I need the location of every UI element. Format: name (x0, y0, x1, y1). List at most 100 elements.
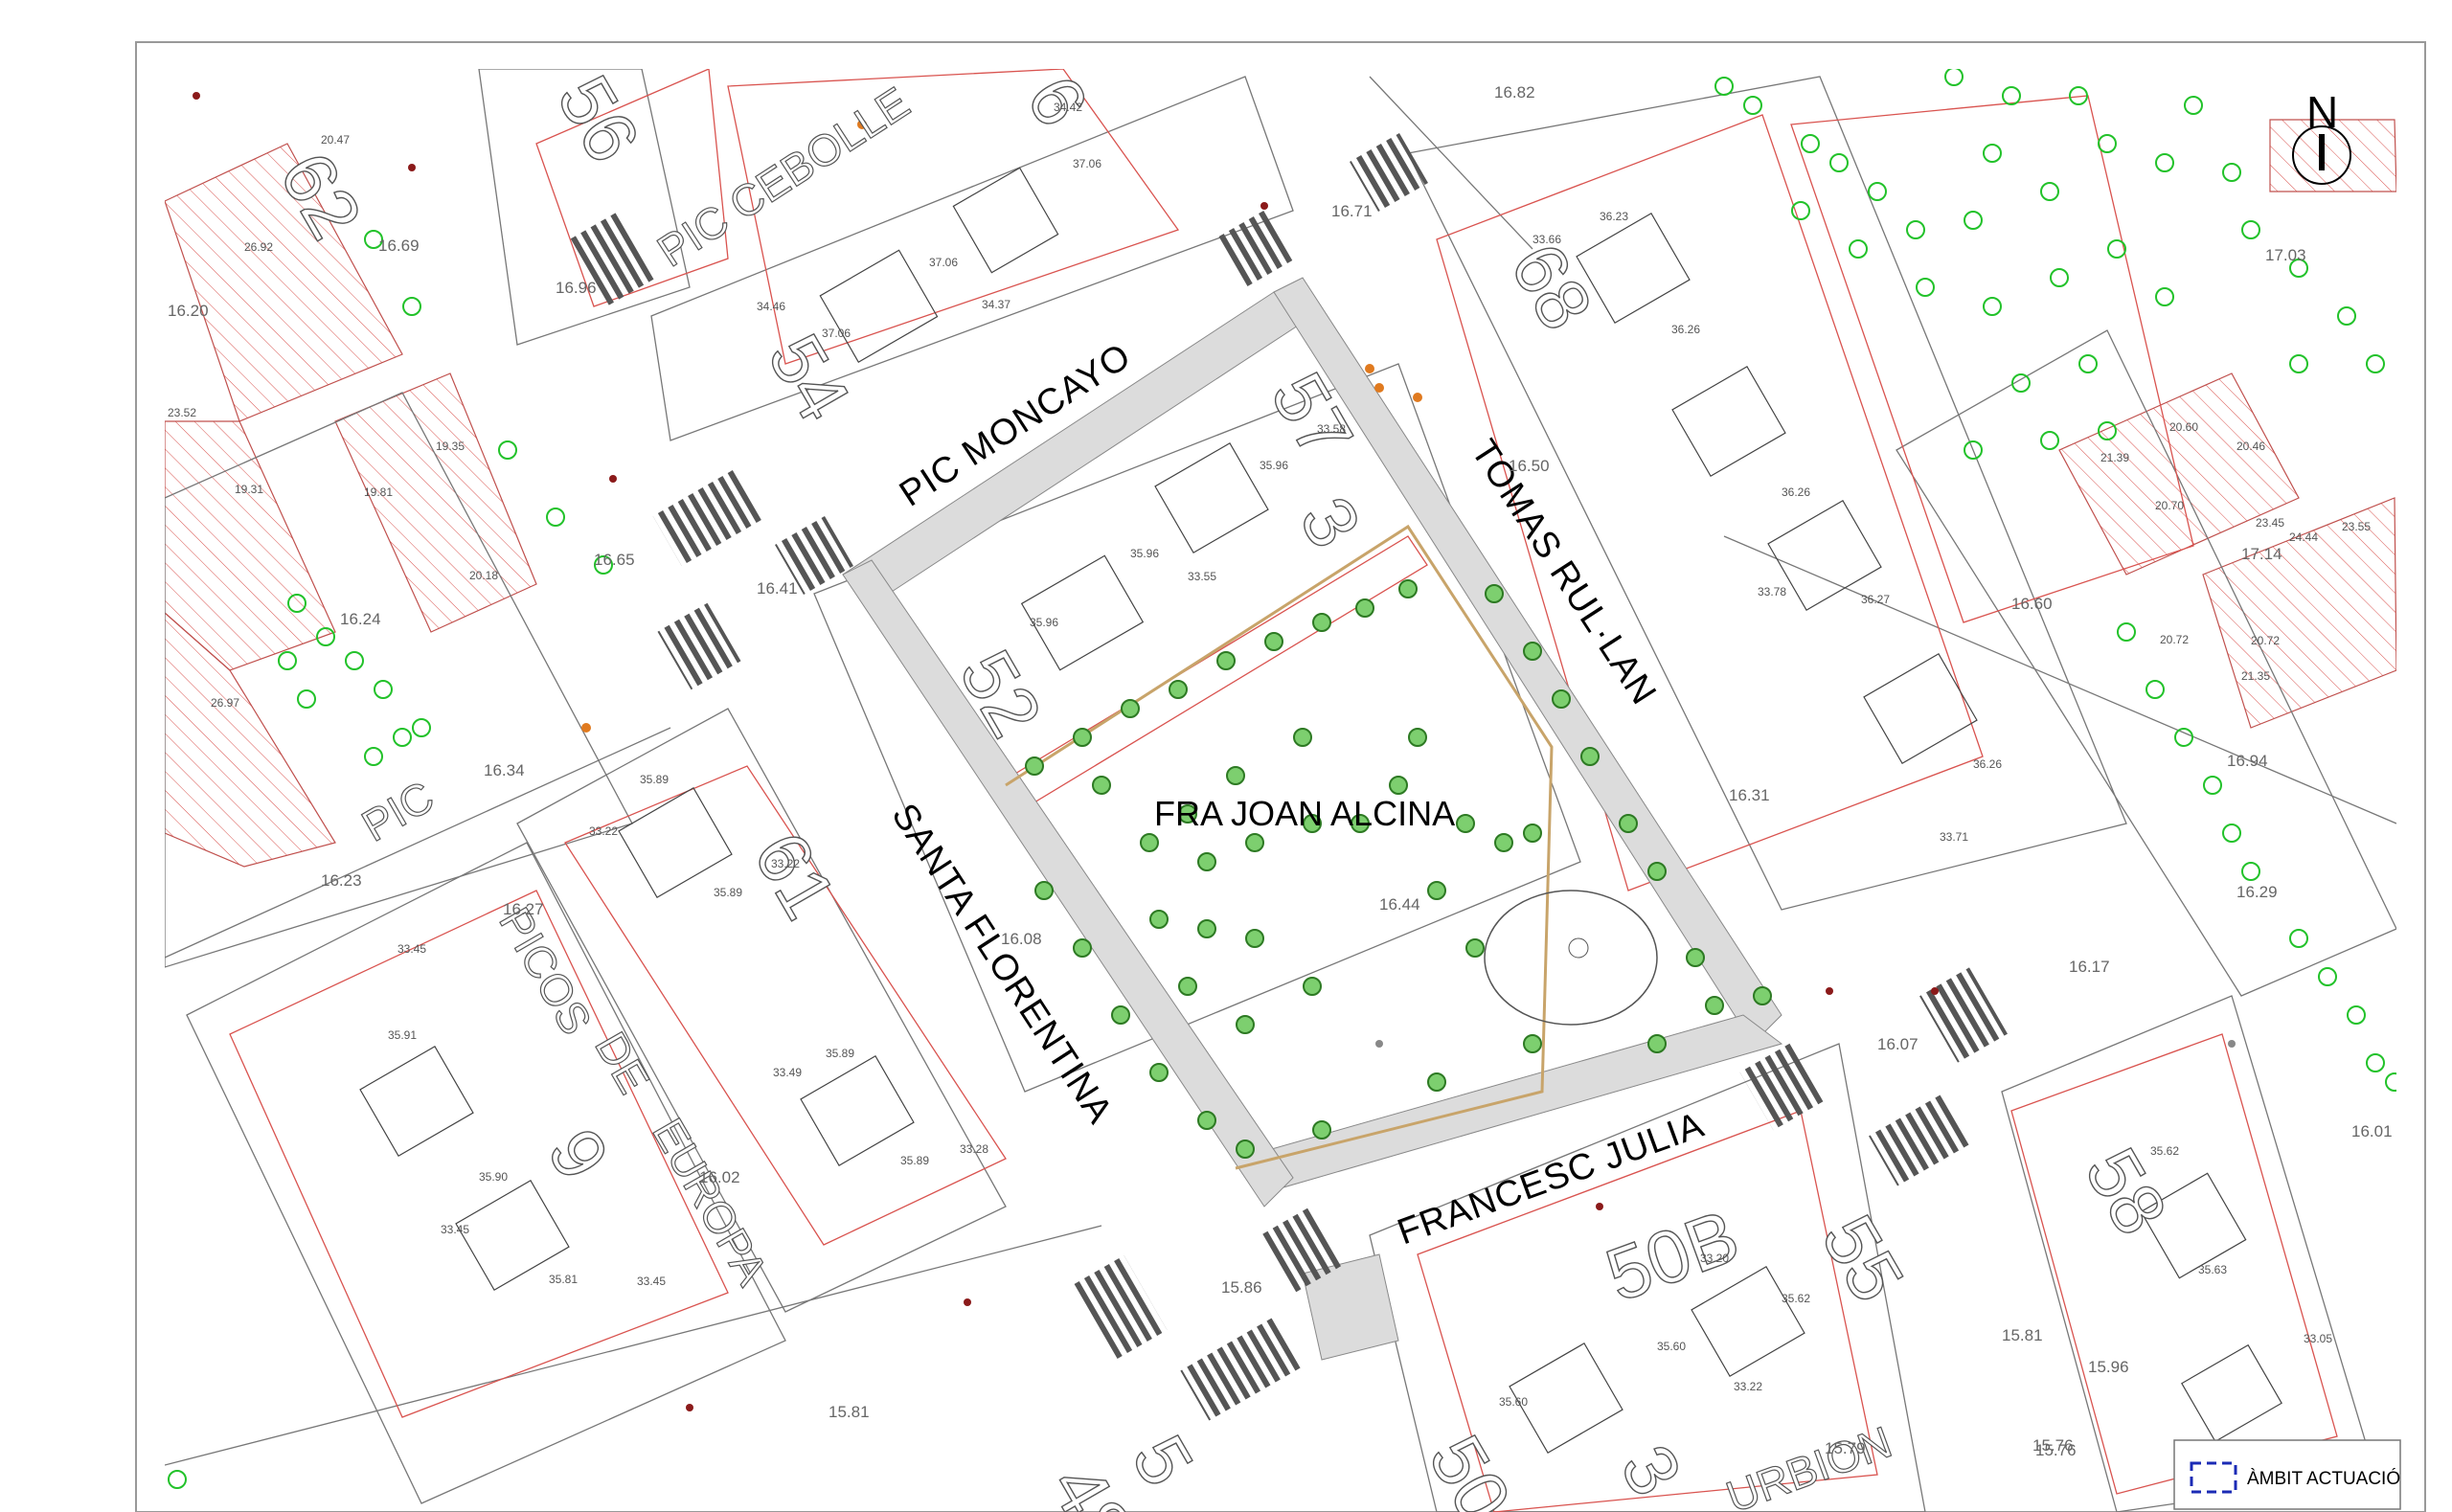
building-number: 61 (738, 819, 852, 933)
height: 33.22 (771, 857, 800, 870)
height: 36.26 (1973, 757, 2002, 771)
height: 33.58 (1317, 422, 1346, 436)
height: 35.89 (640, 773, 669, 786)
legend: ÀMBIT ACTUACIÓ (2173, 1439, 2401, 1510)
urban-plan-map: PIC MONCAYO TOMAS RUL·LAN SANTA FLORENTI… (135, 41, 2426, 1512)
height: 33.05 (2304, 1332, 2332, 1345)
height: 33.45 (441, 1223, 469, 1236)
elevation: 17.03 (2265, 246, 2306, 264)
height: 33.55 (1188, 570, 1216, 583)
elevation: 16.29 (2236, 883, 2278, 901)
elevation: 16.24 (340, 610, 381, 628)
building-number: 56 (541, 62, 656, 176)
elevation: 16.96 (556, 279, 597, 297)
utility-points (193, 92, 2236, 1411)
building-number: 5 (1116, 1422, 1210, 1501)
height: 33.45 (637, 1275, 666, 1288)
elevation: 16.27 (503, 900, 544, 918)
building-number: 3 (1283, 484, 1377, 562)
height: 33.71 (1940, 830, 1968, 844)
height: 19.81 (364, 485, 393, 499)
legend-label: ÀMBIT ACTUACIÓ (2247, 1468, 2400, 1489)
height: 36.27 (1861, 593, 1890, 606)
height: 33.28 (960, 1142, 988, 1156)
elevation: 16.44 (1379, 895, 1420, 914)
parcel-lines (229, 69, 2338, 1512)
street-label-urbion: URBION (1720, 1416, 1898, 1512)
height: 35.63 (2198, 1263, 2227, 1276)
elevation: 16.82 (1494, 83, 1535, 102)
elevation: 15.76 (2035, 1441, 2077, 1459)
street-label-pic: PIC (353, 771, 442, 850)
height: 35.90 (479, 1170, 508, 1184)
elevation: 16.08 (1001, 930, 1042, 948)
height: 24.44 (2289, 530, 2318, 544)
street-label-pic-cebolle: PIC CEBOLLE (648, 77, 918, 276)
elevation: 16.71 (1331, 202, 1373, 220)
height: 35.60 (1657, 1340, 1686, 1353)
elevation: 16.41 (757, 579, 798, 598)
height: 33.22 (589, 824, 618, 838)
elevation: 15.86 (1221, 1278, 1262, 1297)
play-area (1484, 890, 1658, 1026)
height: 35.60 (1499, 1395, 1528, 1409)
elevation: 16.02 (699, 1168, 740, 1186)
elevation: 17.14 (2241, 545, 2282, 563)
height: 36.26 (1671, 323, 1700, 336)
height: 35.62 (1782, 1292, 1810, 1305)
height: 20.72 (2251, 634, 2280, 647)
height: 35.91 (388, 1028, 417, 1042)
building-number: 9 (532, 1116, 625, 1194)
height: 35.62 (2150, 1144, 2179, 1158)
height: 33.20 (1700, 1252, 1729, 1265)
elevation: 15.81 (2002, 1326, 2043, 1344)
height: 35.81 (549, 1273, 578, 1286)
height: 34.37 (982, 298, 1010, 311)
height: 33.78 (1758, 585, 1786, 598)
height: 36.23 (1600, 210, 1628, 223)
height: 33.49 (773, 1066, 802, 1079)
height: 37.06 (822, 327, 851, 340)
height: 34.46 (757, 300, 785, 313)
hatched-zones (165, 119, 2396, 868)
height: 20.18 (469, 569, 498, 582)
elevation: 16.65 (594, 551, 635, 569)
street-label-europa: EUROPA (643, 1110, 778, 1294)
square-label: FRA JOAN ALCINA (1154, 794, 1455, 833)
elevation: 16.50 (1509, 457, 1550, 475)
height: 36.26 (1782, 485, 1810, 499)
street-label-de: DE (585, 1024, 659, 1101)
height: 20.60 (2169, 420, 2198, 434)
elevation: 16.60 (2011, 595, 2053, 613)
elevation: 15.96 (2088, 1358, 2129, 1376)
height: 33.45 (397, 942, 426, 956)
elevation: 16.20 (168, 302, 209, 320)
street-label-picos: PICOS (489, 899, 602, 1043)
elevation: 15.79 (1825, 1439, 1866, 1457)
height: 20.46 (2236, 440, 2265, 453)
height: 20.70 (2155, 499, 2184, 512)
height: 35.89 (900, 1154, 929, 1167)
building-number: 68 (1494, 230, 1609, 344)
playground-icon (1568, 937, 1589, 959)
height: 34.42 (1054, 101, 1082, 114)
height: 33.22 (1734, 1380, 1762, 1393)
height: 35.89 (714, 886, 742, 899)
height: 21.35 (2241, 669, 2270, 683)
height: 35.96 (1130, 547, 1159, 560)
height: 35.96 (1260, 459, 1288, 472)
elevation: 16.07 (1877, 1035, 1918, 1053)
building-number: 50 (1413, 1422, 1528, 1512)
height: 20.47 (321, 133, 350, 147)
elevation: 16.69 (378, 237, 420, 255)
height: 19.31 (235, 483, 263, 496)
height: 35.96 (1030, 616, 1058, 629)
elevation: 23.52 (168, 406, 196, 419)
elevation: 16.23 (321, 871, 362, 890)
height: 19.35 (436, 440, 465, 453)
height: 23.55 (2342, 520, 2371, 533)
height: 26.92 (244, 240, 273, 254)
elevation: 16.31 (1729, 786, 1770, 804)
height: 37.06 (1073, 157, 1101, 170)
height: 26.97 (211, 696, 239, 710)
